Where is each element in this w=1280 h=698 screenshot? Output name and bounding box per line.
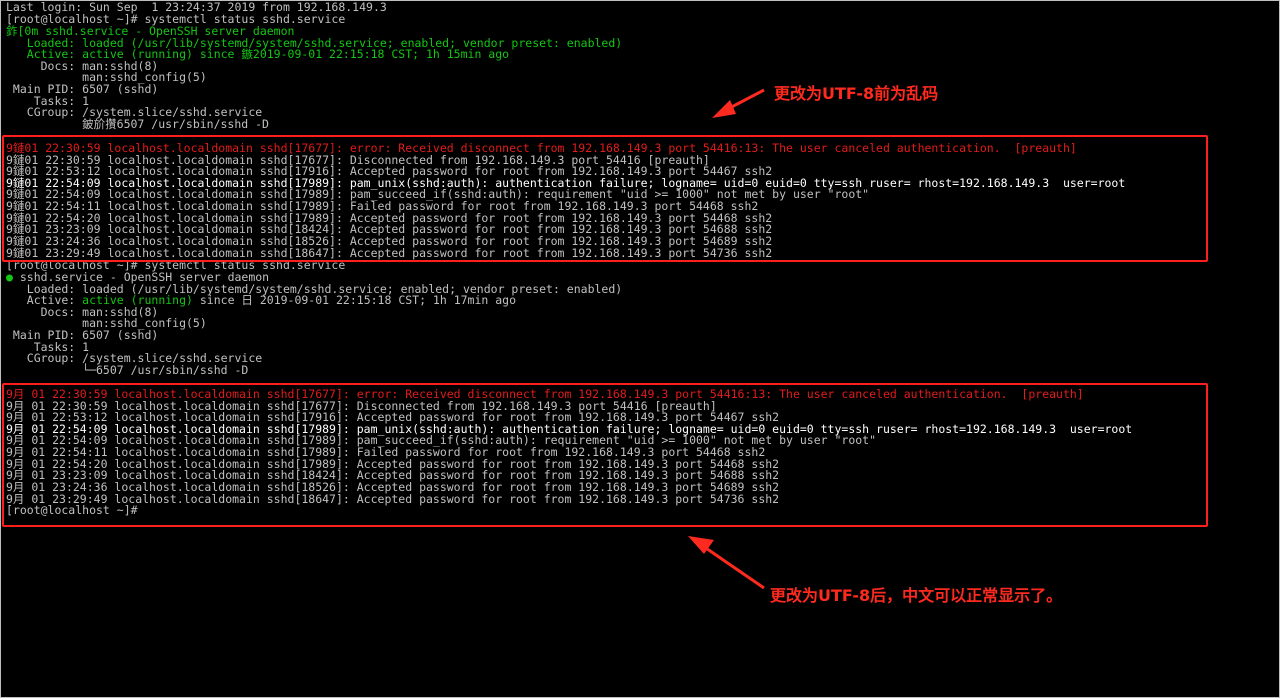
annotation-after: 更改为UTF-8后，中文可以正常显示了。 [770,586,1063,605]
arrow-after-icon [688,536,765,590]
annotation-before: 更改为UTF-8前为乱码 [774,84,939,103]
annotation-arrows [688,88,765,590]
arrow-before-icon [712,88,765,118]
